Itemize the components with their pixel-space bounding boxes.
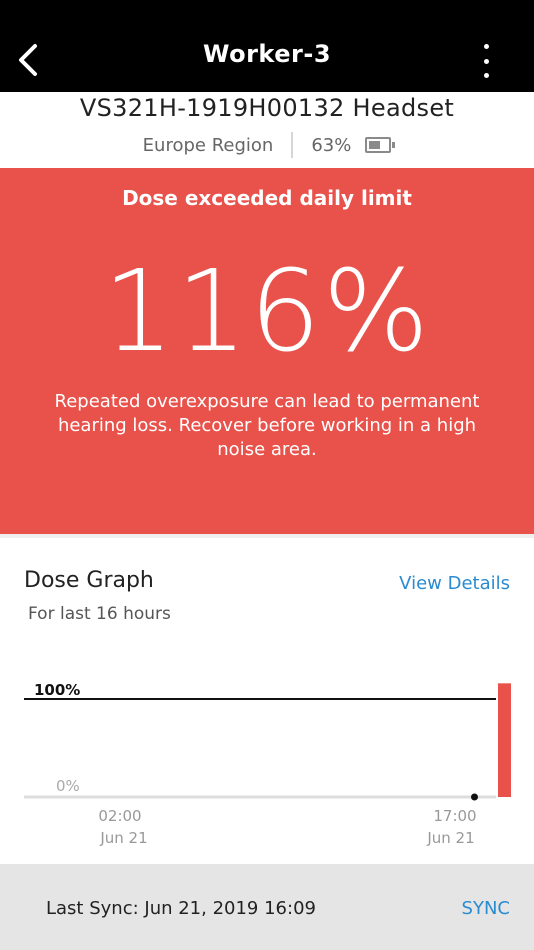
alert-title: Dose exceeded daily limit: [122, 186, 412, 210]
battery-icon: [365, 137, 396, 153]
meta-divider: [291, 132, 294, 158]
x-tick-date: Jun 21: [426, 829, 474, 847]
y-tick-0: 0%: [56, 777, 80, 795]
last-sync-text: Last Sync: Jun 21, 2019 16:09: [46, 898, 316, 919]
dose-graph-section: Dose Graph View Details For last 16 hour…: [0, 538, 534, 864]
app-screen: Worker-3 VS321H-1919H00132 Headset Europ…: [0, 0, 534, 950]
device-region: Europe Region: [142, 134, 274, 156]
sync-footer: Last Sync: Jun 21, 2019 16:09 SYNC: [0, 864, 534, 950]
dose-alert-panel: Dose exceeded daily limit 116% Repeated …: [0, 168, 534, 534]
sync-button[interactable]: SYNC: [462, 898, 510, 919]
battery-level: 63%: [311, 134, 352, 156]
device-meta: Europe Region 63%: [0, 132, 534, 158]
time-marker: [471, 793, 478, 801]
y-tick-100: 100%: [34, 681, 80, 699]
x-tick-date: Jun 21: [99, 829, 147, 847]
x-tick-time: 02:00: [98, 807, 141, 825]
more-vertical-icon: [483, 44, 489, 49]
dose-chart: 100% 0% 02:00 Jun 21 17:00 Jun 21: [24, 681, 511, 847]
x-tick-time: 17:00: [433, 807, 476, 825]
device-name: VS321H-1919H00132 Headset: [79, 94, 455, 122]
alert-message: Repeated overexposure can lead to perman…: [54, 391, 480, 460]
battery-fill: [369, 141, 381, 149]
page-title: Worker-3: [202, 40, 332, 68]
more-options-button[interactable]: [478, 44, 494, 78]
dose-percentage: 116%: [102, 247, 432, 377]
dose-bar: [498, 683, 511, 797]
device-header: VS321H-1919H00132 Headset Europe Region …: [0, 92, 534, 168]
top-bar: Worker-3: [0, 0, 534, 92]
